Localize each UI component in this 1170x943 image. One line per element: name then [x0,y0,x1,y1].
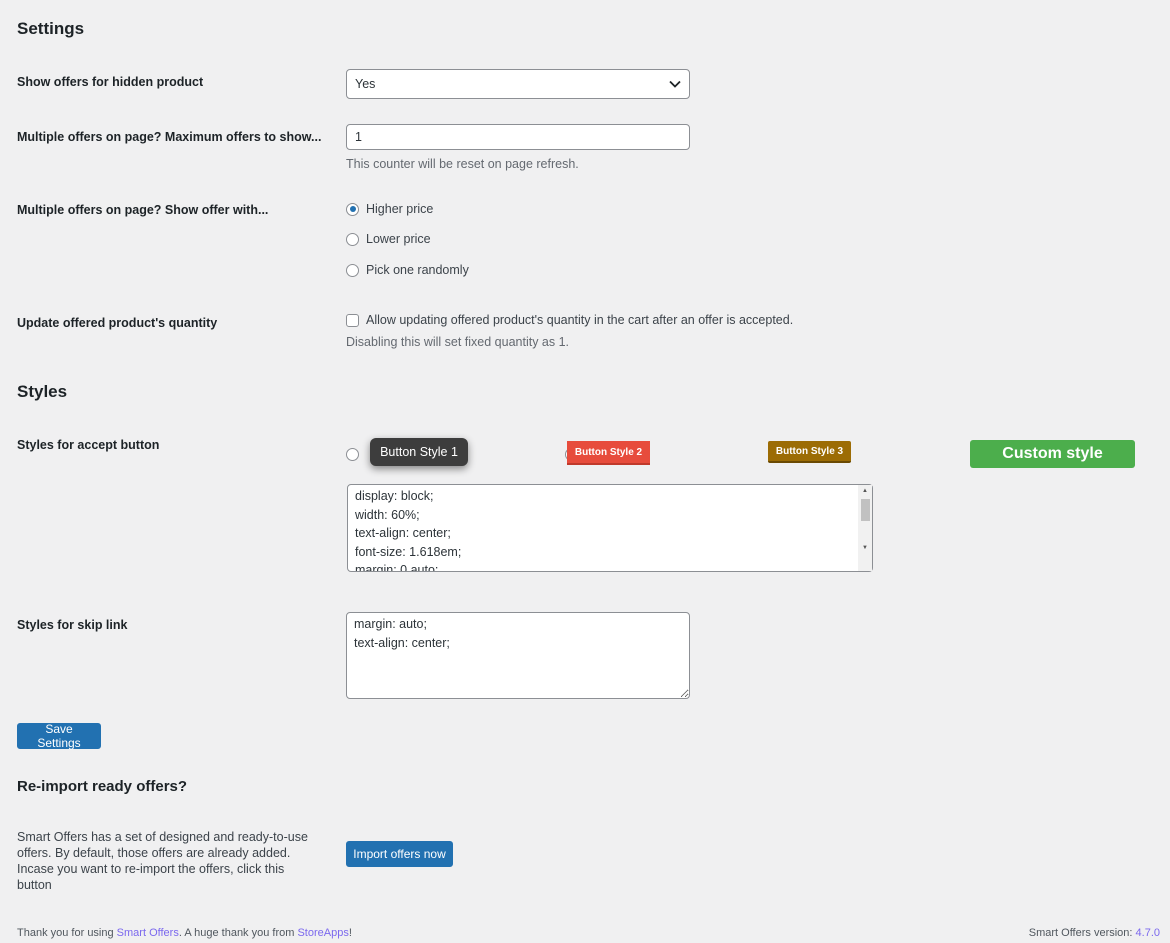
checkbox-label: Allow updating offered product's quantit… [366,313,794,327]
footer-text: . A huge thank you from [178,927,298,939]
scroll-thumb[interactable] [861,499,870,521]
button-style-1-preview[interactable]: Button Style 1 [370,438,468,466]
skip-link-css-textarea[interactable]: margin: auto; text-align: center; [346,612,690,699]
reimport-heading: Re-import ready offers? [17,778,188,795]
accept-button-label: Styles for accept button [17,438,160,452]
radio-button[interactable] [346,263,359,277]
update-quantity-description: Disabling this will set fixed quantity a… [346,335,570,349]
radio-label: Lower price [366,232,431,246]
chevron-down-icon [669,77,681,91]
update-quantity-checkbox[interactable] [346,313,359,327]
radio-button[interactable] [346,232,359,246]
save-settings-button[interactable]: Save Settings [17,722,101,750]
radio-lower-price[interactable]: Lower price [346,232,431,246]
radio-label: Pick one randomly [366,263,469,277]
smart-offers-link[interactable]: Smart Offers [117,927,179,939]
update-quantity-label: Update offered product's quantity [17,316,218,330]
radio-style-1[interactable] [346,448,359,462]
radio-pick-randomly[interactable]: Pick one randomly [346,263,469,277]
max-offers-input[interactable] [346,124,690,150]
storeapps-link[interactable]: StoreApps [297,927,348,939]
max-offers-label: Multiple offers on page? Maximum offers … [17,130,322,144]
footer-version: Smart Offers version: 4.7.0 [1029,927,1160,939]
reimport-description: Smart Offers has a set of designed and r… [17,830,308,892]
version-link[interactable]: 4.7.0 [1136,927,1160,939]
radio-higher-price[interactable]: Higher price [346,202,433,216]
footer-thanks: Thank you for using Smart Offers. A huge… [17,927,352,939]
show-offer-with-label: Multiple offers on page? Show offer with… [17,203,269,217]
scroll-down-icon[interactable]: ▼ [862,545,868,551]
hidden-product-value: Yes [355,77,376,91]
custom-style-preview[interactable]: Custom style [970,440,1135,468]
hidden-product-select[interactable]: Yes [346,69,690,99]
update-quantity-option[interactable]: Allow updating offered product's quantit… [346,313,793,327]
textarea-scrollbar[interactable]: ▲ ▼ [858,485,872,571]
radio-button[interactable] [346,202,359,216]
button-style-3-preview[interactable]: Button Style 3 [768,441,851,463]
settings-heading: Settings [17,19,85,38]
button-style-2-preview[interactable]: Button Style 2 [567,441,650,465]
styles-heading: Styles [17,382,68,401]
skip-link-label: Styles for skip link [17,618,128,632]
version-label: Smart Offers version: [1028,927,1136,939]
radio-label: Higher price [366,202,434,216]
footer-text: Thank you for using [17,927,117,939]
footer-text: ! [348,927,352,939]
accept-button-css-textarea[interactable]: display: block; width: 60%; text-align: … [347,484,873,572]
max-offers-description: This counter will be reset on page refre… [346,157,579,171]
scroll-up-icon[interactable]: ▲ [862,488,868,494]
accept-button-css-wrapper: display: block; width: 60%; text-align: … [347,484,873,572]
import-offers-button[interactable]: Import offers now [346,841,453,867]
hidden-product-label: Show offers for hidden product [17,75,204,89]
